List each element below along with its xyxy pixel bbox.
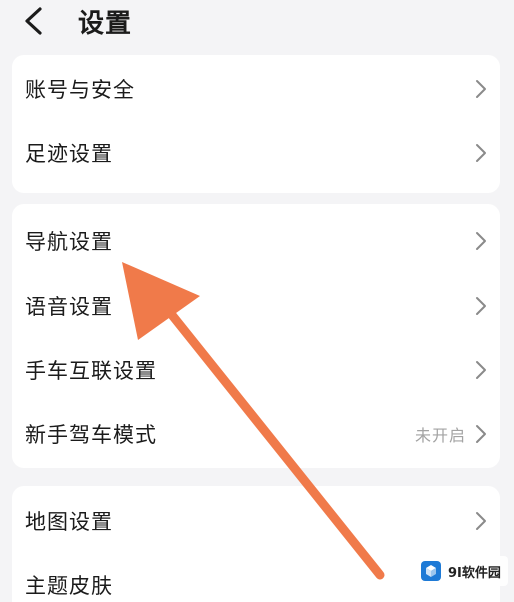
back-button[interactable] bbox=[22, 2, 62, 40]
settings-item-label: 手车互联设置 bbox=[25, 359, 157, 383]
settings-item-label: 导航设置 bbox=[25, 230, 113, 254]
settings-item-label: 账号与安全 bbox=[25, 78, 135, 102]
chevron-right-icon bbox=[474, 143, 488, 163]
settings-item-phone-car-link[interactable]: 手车互联设置 bbox=[12, 338, 500, 402]
settings-item-account-security[interactable]: 账号与安全 bbox=[12, 57, 500, 121]
settings-item-label: 新手驾车模式 bbox=[25, 423, 157, 447]
chevron-right-icon bbox=[474, 79, 488, 99]
watermark-text: 9I软件园 bbox=[448, 565, 501, 581]
settings-screen: 设置 账号与安全 足迹设置 导航设置 语音设置 手车互联设置 新手驾车模式 未开… bbox=[0, 0, 514, 602]
settings-item-voice[interactable]: 语音设置 bbox=[12, 274, 500, 338]
header-bar: 设置 bbox=[0, 0, 514, 44]
watermark-logo: 9I软件园 bbox=[416, 556, 508, 586]
chevron-right-icon bbox=[474, 360, 488, 380]
settings-group-account: 账号与安全 足迹设置 bbox=[12, 55, 500, 193]
settings-item-label: 地图设置 bbox=[25, 510, 113, 534]
watermark-cube-icon bbox=[421, 561, 441, 581]
chevron-right-icon bbox=[474, 296, 488, 316]
settings-item-label: 足迹设置 bbox=[25, 142, 113, 166]
settings-item-label: 主题皮肤 bbox=[25, 574, 113, 598]
status-text: 未开启 bbox=[414, 426, 466, 445]
page-title: 设置 bbox=[78, 8, 133, 39]
chevron-right-icon bbox=[474, 511, 488, 531]
settings-group-navigation: 导航设置 语音设置 手车互联设置 新手驾车模式 未开启 bbox=[12, 204, 500, 468]
settings-item-label: 语音设置 bbox=[25, 295, 113, 319]
chevron-right-icon bbox=[474, 231, 488, 251]
settings-item-map[interactable]: 地图设置 bbox=[12, 489, 500, 553]
settings-item-footprint[interactable]: 足迹设置 bbox=[12, 121, 500, 185]
chevron-right-icon bbox=[474, 424, 488, 444]
settings-item-novice-driving-mode[interactable]: 新手驾车模式 未开启 bbox=[12, 402, 500, 466]
settings-item-navigation[interactable]: 导航设置 bbox=[12, 209, 500, 273]
chevron-left-icon bbox=[25, 7, 42, 35]
